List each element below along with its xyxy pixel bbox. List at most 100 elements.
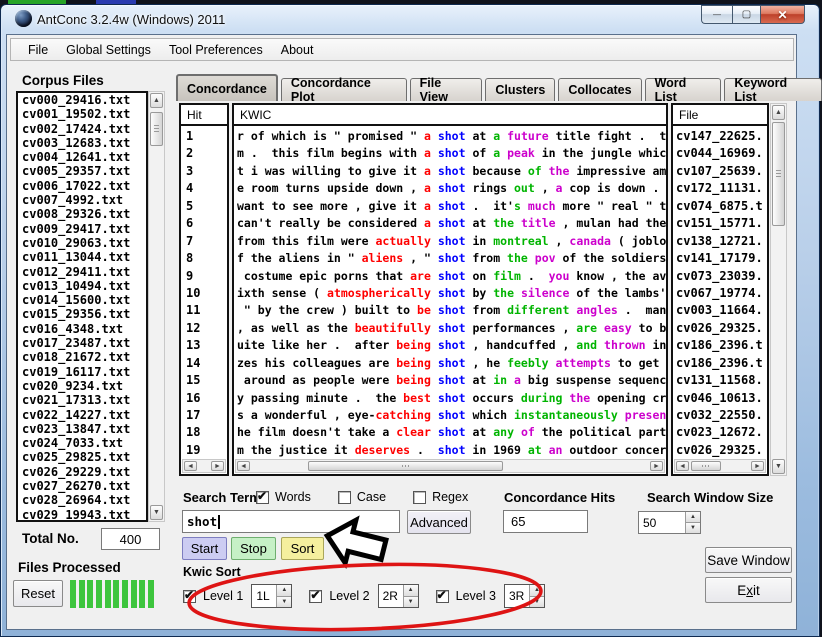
level-2-checkbox[interactable]: ✔ [309,590,322,603]
corpus-file-item[interactable]: cv007_4992.txt [18,193,146,207]
kwic-hscrollbar[interactable]: ◄ ► [235,459,665,473]
start-button[interactable]: Start [182,537,227,560]
scroll-left-icon[interactable]: ◄ [184,461,197,471]
level-1-checkbox[interactable]: ✔ [183,590,196,603]
search-words-checkbox[interactable]: ✔ [256,491,269,504]
corpus-file-item[interactable]: cv013_10494.txt [18,279,146,293]
corpus-file-item[interactable]: cv014_15600.txt [18,293,146,307]
kwic-node-word[interactable]: shot [438,391,466,405]
kwic-column-header[interactable]: KWIC [234,105,666,126]
kwic-line[interactable]: from this film were actually shot in mon… [234,233,666,250]
scrollbar-thumb[interactable] [691,461,721,471]
kwic-node-word[interactable]: shot [438,321,466,335]
file-column-header[interactable]: File [673,105,767,126]
kwic-line[interactable]: can't really be considered a shot at the… [234,215,666,232]
spin-up-icon[interactable]: ▲ [686,512,700,523]
search-input[interactable]: shot [182,510,400,533]
kwic-node-word[interactable]: shot [438,443,466,457]
level-2-spinner[interactable]: 2R▲▼ [378,584,419,608]
tab-collocates[interactable]: Collocates [558,78,641,101]
corpus-file-item[interactable]: cv023_13847.txt [18,422,146,436]
scroll-right-icon[interactable]: ► [650,461,663,471]
spin-down-icon[interactable]: ▼ [277,597,291,608]
table-vscrollbar[interactable]: ▲ ▼ [770,103,787,476]
kwic-node-word[interactable]: shot [438,164,466,178]
kwic-node-word[interactable]: shot [438,234,466,248]
tab-concordance[interactable]: Concordance [176,74,278,101]
menu-item-about[interactable]: About [272,41,323,59]
menu-item-global-settings[interactable]: Global Settings [57,41,160,59]
corpus-file-item[interactable]: cv020_9234.txt [18,379,146,393]
kwic-line[interactable]: e room turns upside down , a shot rings … [234,180,666,197]
corpus-file-item[interactable]: cv021_17313.txt [18,393,146,407]
corpus-file-item[interactable]: cv018_21672.txt [18,350,146,364]
scroll-right-icon[interactable]: ► [211,461,224,471]
kwic-node-word[interactable]: shot [438,216,466,230]
kwic-node-word[interactable]: shot [438,303,466,317]
scroll-left-icon[interactable]: ◄ [237,461,250,471]
search-regex-checkbox[interactable] [413,491,426,504]
kwic-line[interactable]: y passing minute . the best shot occurs … [234,390,666,407]
corpus-file-item[interactable]: cv008_29326.txt [18,207,146,221]
kwic-node-word[interactable]: shot [438,356,466,370]
kwic-node-word[interactable]: shot [438,338,466,352]
maximize-button[interactable]: ▢ [732,5,761,24]
corpus-file-item[interactable]: cv003_12683.txt [18,136,146,150]
scroll-left-icon[interactable]: ◄ [676,461,689,471]
scroll-up-icon[interactable]: ▲ [772,105,785,120]
search-case-checkbox[interactable] [338,491,351,504]
kwic-node-word[interactable]: shot [438,373,466,387]
corpus-file-item[interactable]: cv001_19502.txt [18,107,146,121]
spin-up-icon[interactable]: ▲ [277,585,291,597]
kwic-line[interactable]: r of which is " promised " a shot at a f… [234,128,666,145]
scroll-down-icon[interactable]: ▼ [150,505,163,520]
scrollbar-thumb[interactable] [772,122,785,226]
corpus-file-item[interactable]: cv012_29411.txt [18,265,146,279]
corpus-file-item[interactable]: cv005_29357.txt [18,164,146,178]
search-window-size-spinner[interactable]: 50 ▲ ▼ [638,511,701,534]
hit-hscrollbar[interactable]: ◄ ► [182,459,226,473]
corpus-file-item[interactable]: cv015_29356.txt [18,307,146,321]
spin-down-icon[interactable]: ▼ [686,523,700,533]
kwic-line[interactable]: ixth sense ( atmospherically shot by the… [234,285,666,302]
reset-button[interactable]: Reset [13,580,63,607]
hit-column-header[interactable]: Hit [181,105,227,126]
corpus-file-item[interactable]: cv019_16117.txt [18,365,146,379]
spin-up-icon[interactable]: ▲ [530,585,544,597]
kwic-node-word[interactable]: shot [438,181,466,195]
corpus-file-item[interactable]: cv011_13044.txt [18,250,146,264]
kwic-line[interactable]: , as well as the beautifully shot perfor… [234,320,666,337]
scrollbar-thumb[interactable] [308,461,503,471]
save-window-button[interactable]: Save Window [705,547,792,573]
sort-button[interactable]: Sort [281,537,324,560]
kwic-line[interactable]: uite like her . after being shot , handc… [234,337,666,354]
kwic-line[interactable]: t i was willing to give it a shot becaus… [234,163,666,180]
scrollbar-thumb[interactable] [150,112,163,146]
corpus-list-scrollbar[interactable]: ▲ ▼ [148,91,165,522]
tab-clusters[interactable]: Clusters [485,78,555,101]
level-1-spinner[interactable]: 1L▲▼ [251,584,292,608]
advanced-button[interactable]: Advanced [407,510,471,534]
kwic-node-word[interactable]: shot [438,408,466,422]
corpus-file-item[interactable]: cv028_26964.txt [18,493,146,507]
corpus-file-item[interactable]: cv000_29416.txt [18,93,146,107]
minimize-button[interactable]: — [701,5,732,24]
corpus-file-item[interactable]: cv009_29417.txt [18,222,146,236]
menu-item-file[interactable]: File [19,41,57,59]
menu-item-tool-preferences[interactable]: Tool Preferences [160,41,272,59]
exit-button[interactable]: Exit [705,577,792,603]
corpus-file-item[interactable]: cv002_17424.txt [18,122,146,136]
corpus-file-item[interactable]: cv025_29825.txt [18,450,146,464]
kwic-node-word[interactable]: shot [438,269,466,283]
corpus-file-item[interactable]: cv010_29063.txt [18,236,146,250]
corpus-file-item[interactable]: cv017_23487.txt [18,336,146,350]
corpus-file-item[interactable]: cv022_14227.txt [18,408,146,422]
kwic-node-word[interactable]: shot [438,129,466,143]
kwic-line[interactable]: s a wonderful , eye-catching shot which … [234,407,666,424]
corpus-file-item[interactable]: cv029_19943.txt [18,508,146,522]
kwic-node-word[interactable]: shot [438,251,466,265]
close-button[interactable]: ✕ [761,5,805,24]
file-hscrollbar[interactable]: ◄ ► [674,459,766,473]
kwic-line[interactable]: costume epic porns that are shot on film… [234,268,666,285]
kwic-node-word[interactable]: shot [438,425,466,439]
